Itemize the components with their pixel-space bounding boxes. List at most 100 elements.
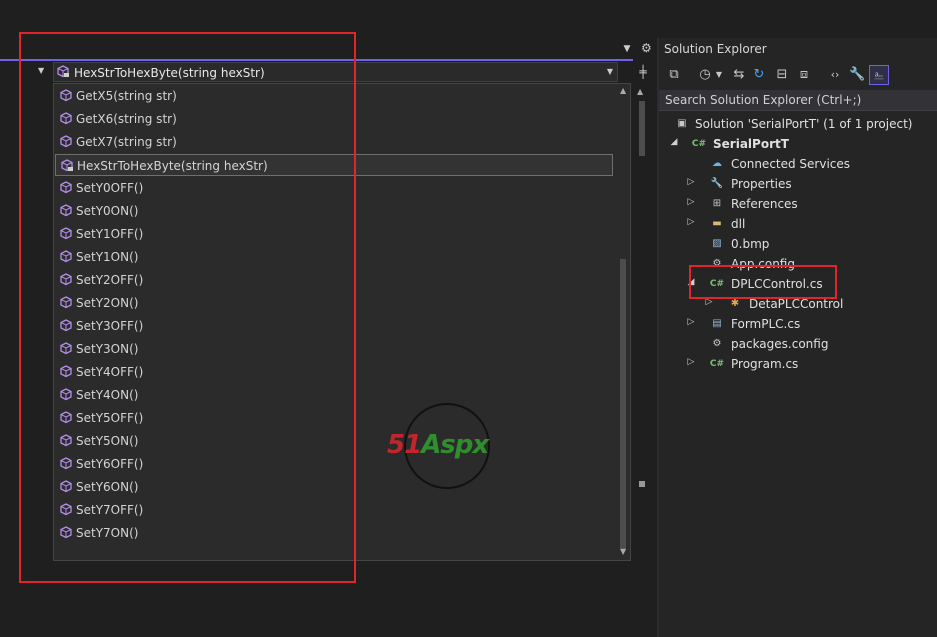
member-list-item[interactable]: SetY0OFF() (55, 177, 613, 199)
member-list-item[interactable]: SetY1OFF() (55, 223, 613, 245)
member-list-item[interactable]: SetY7ON() (55, 522, 613, 544)
gear-icon[interactable]: ⚙ (641, 41, 652, 55)
tree-item[interactable]: ▷ 🔧 Properties (659, 174, 937, 194)
member-list-item-label: HexStrToHexByte(string hexStr) (77, 159, 268, 173)
refresh-icon[interactable]: ↻ (751, 65, 767, 85)
solution-icon: ▣ (677, 118, 687, 129)
member-list-item[interactable]: SetY5ON() (55, 430, 613, 452)
editor-vertical-scrollbar[interactable]: ▲ (634, 83, 650, 637)
member-list-item-label: SetY0OFF() (76, 181, 144, 195)
tree-item[interactable]: ▷ ⊞ References (659, 194, 937, 214)
switch-views-icon[interactable]: ⧉ (665, 65, 683, 85)
member-list-item[interactable]: SetY4OFF() (55, 361, 613, 383)
view-code-icon[interactable]: ‹› (827, 65, 843, 85)
tree-item-label: SerialPortT (713, 137, 789, 151)
collapsed-arrow-icon[interactable]: ▷ (704, 297, 714, 307)
tree-item[interactable]: ▷ ▬ dll (659, 214, 937, 234)
show-all-files-icon[interactable]: ⧈ (796, 65, 812, 85)
solution-explorer-titlebar: ▼ ⚙ Solution Explorer (624, 38, 937, 60)
member-list-item[interactable]: SetY1ON() (55, 246, 613, 268)
member-list-item[interactable]: SetY2OFF() (55, 269, 613, 291)
window-position-chevron-icon[interactable]: ▼ (624, 44, 630, 53)
type-combo-chevron-icon[interactable]: ▼ (38, 66, 44, 75)
csharp-file-icon: C# (709, 359, 725, 369)
tree-item[interactable]: ▷ C# Program.cs (659, 354, 937, 374)
member-list-item[interactable]: SetY3OFF() (55, 315, 613, 337)
scroll-down-arrow-icon[interactable]: ▼ (620, 547, 626, 556)
member-list-item-label: SetY5OFF() (76, 411, 144, 425)
editor-scroll-marker (639, 481, 645, 487)
method-icon (60, 411, 72, 424)
tree-item[interactable]: ▨ 0.bmp (659, 234, 937, 254)
image-file-icon: ▨ (712, 238, 722, 249)
member-list-item[interactable]: SetY4ON() (55, 384, 613, 406)
connected-services-icon: ☁ (712, 158, 722, 169)
member-list-item[interactable]: GetX7(string str) (55, 131, 613, 153)
collapsed-arrow-icon[interactable]: ▷ (686, 197, 696, 207)
member-list-item[interactable]: SetY7OFF() (55, 499, 613, 521)
method-icon (60, 112, 72, 125)
method-icon (60, 296, 72, 309)
split-editor-icon[interactable]: ╪ (637, 65, 649, 79)
tree-item[interactable]: ⚙ App.config (659, 254, 937, 274)
member-list-item[interactable]: SetY3ON() (55, 338, 613, 360)
tree-item[interactable]: ▣ Solution 'SerialPortT' (1 of 1 project) (659, 114, 937, 134)
tree-item-label: dll (731, 217, 746, 231)
member-list-item[interactable]: GetX6(string str) (55, 108, 613, 130)
dropdown-scrollbar[interactable]: ▲ ▼ (618, 84, 630, 560)
collapsed-arrow-icon[interactable]: ▷ (686, 177, 696, 187)
collapse-all-icon[interactable]: ⊟ (774, 65, 790, 85)
dropdown-scroll-thumb[interactable] (620, 259, 626, 549)
tree-item[interactable]: ◢ C# SerialPortT (659, 134, 937, 154)
tree-item-label: Connected Services (731, 157, 851, 171)
csharp-project-icon: C# (691, 139, 707, 149)
collapsed-arrow-icon[interactable]: ▷ (686, 317, 696, 327)
solution-explorer-search-input[interactable]: Search Solution Explorer (Ctrl+;) (659, 90, 937, 111)
member-list-item[interactable]: SetY2ON() (55, 292, 613, 314)
csharp-file-icon: C# (709, 279, 725, 289)
search-placeholder: Search Solution Explorer (Ctrl+;) (665, 93, 862, 107)
member-list-item-label: SetY4OFF() (76, 365, 144, 379)
tree-item[interactable]: ⚙ packages.config (659, 334, 937, 354)
collapsed-arrow-icon[interactable]: ▷ (686, 357, 696, 367)
form-icon: ▤ (712, 318, 722, 329)
member-list-item-label: GetX5(string str) (76, 89, 177, 103)
collapsed-arrow-icon[interactable]: ▷ (686, 217, 696, 227)
expanded-arrow-icon[interactable]: ◢ (669, 137, 679, 147)
properties-wrench-icon[interactable]: 🔧 (849, 65, 865, 85)
member-list-item-label: SetY2OFF() (76, 273, 144, 287)
member-list-item[interactable]: SetY6OFF() (55, 453, 613, 475)
expanded-arrow-icon[interactable]: ◢ (686, 277, 696, 287)
folder-icon: ▬ (712, 218, 722, 229)
preview-selected-items-icon[interactable]: ⎁ (869, 65, 889, 85)
scroll-up-arrow-icon[interactable]: ▲ (620, 86, 626, 95)
member-list-item[interactable]: SetY5OFF() (55, 407, 613, 429)
tree-item[interactable]: ▷ ✱ DetaPLCControl (659, 294, 937, 314)
tree-item[interactable]: ☁ Connected Services (659, 154, 937, 174)
tree-item[interactable]: ◢ C# DPLCControl.cs (659, 274, 937, 294)
tree-item-label: Properties (731, 177, 792, 191)
tree-item[interactable]: ▷ ▤ FormPLC.cs (659, 314, 937, 334)
sync-with-document-icon[interactable]: ⇆ (731, 65, 747, 85)
member-list-item[interactable]: GetX5(string str) (55, 85, 613, 107)
history-icon[interactable]: ◷ (697, 65, 713, 85)
member-list-item[interactable]: SetY0ON() (55, 200, 613, 222)
method-icon (60, 503, 72, 516)
method-icon (60, 434, 72, 447)
method-lock-icon (61, 159, 73, 172)
panel-title: Solution Explorer (664, 42, 767, 56)
method-icon (60, 89, 72, 102)
references-icon: ⊞ (712, 198, 722, 209)
member-list-item-label: SetY0ON() (76, 204, 139, 218)
editor-scroll-up-icon[interactable]: ▲ (637, 87, 643, 96)
member-list-item-label: SetY1ON() (76, 250, 139, 264)
tree-item-label: Solution 'SerialPortT' (1 of 1 project) (695, 117, 913, 131)
member-list-item[interactable]: HexStrToHexByte(string hexStr) (55, 154, 613, 176)
member-list-item[interactable]: SetY6ON() (55, 476, 613, 498)
editor-scroll-thumb[interactable] (639, 101, 645, 156)
member-combo-chevron-icon[interactable]: ▼ (607, 67, 613, 76)
member-list-item-label: SetY3OFF() (76, 319, 144, 333)
member-list-item-label: SetY2ON() (76, 296, 139, 310)
history-chevron-icon[interactable]: ▼ (715, 65, 723, 85)
member-combo[interactable]: HexStrToHexByte(string hexStr) ▼ (53, 62, 618, 82)
